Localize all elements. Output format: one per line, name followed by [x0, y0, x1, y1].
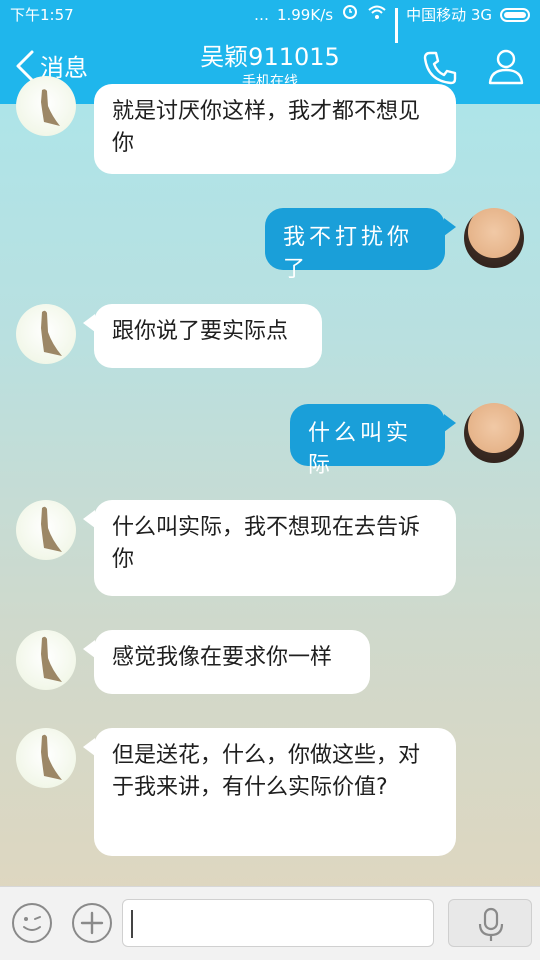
plus-icon — [80, 911, 104, 935]
input-bar — [0, 886, 540, 960]
alarm-icon — [341, 0, 359, 30]
status-bar: 下午1:57 … 1.99K/s 中国移动 3G — [0, 0, 540, 43]
message-bubble[interactable]: 什么叫实际，我不想现在去告诉你 — [94, 500, 456, 596]
message-bubble[interactable]: 跟你说了要实际点 — [94, 304, 322, 368]
mermaid-avatar-image — [41, 310, 62, 356]
mermaid-avatar-image — [41, 636, 62, 682]
message-bubble[interactable]: 感觉我像在要求你一样 — [94, 630, 370, 694]
avatar[interactable] — [16, 728, 76, 788]
bubble-tail — [444, 218, 456, 236]
message-bubble[interactable]: 我不打扰你了 — [265, 208, 445, 282]
status-dots: … — [253, 6, 269, 24]
contact-icon[interactable] — [486, 46, 526, 86]
mermaid-avatar-image — [41, 506, 62, 552]
signal-icon — [395, 8, 399, 43]
microphone-icon — [478, 907, 504, 941]
wifi-icon — [367, 0, 387, 30]
mermaid-avatar-image — [41, 734, 62, 780]
phone-icon[interactable] — [420, 48, 460, 88]
message-text: 感觉我像在要求你一样 — [112, 645, 333, 670]
status-indicators: … 1.99K/s 中国移动 3G — [253, 0, 530, 43]
message-text: 什么叫实际，我不想现在去告诉你 — [112, 515, 421, 572]
avatar[interactable] — [16, 304, 76, 364]
text-cursor — [131, 910, 133, 938]
message-text: 我不打扰你了 — [283, 225, 414, 282]
carrier-label: 中国移动 3G — [406, 6, 492, 24]
emoji-icon — [23, 916, 41, 931]
network-speed: 1.99K/s — [276, 6, 334, 24]
message-text: 但是送花，什么，你做这些，对于我来讲，有什么实际价值? — [112, 743, 421, 800]
mermaid-avatar-image — [41, 89, 60, 126]
message-text: 什么叫实际 — [308, 421, 413, 478]
avatar[interactable] — [16, 630, 76, 690]
avatar[interactable] — [16, 500, 76, 560]
status-time: 下午1:57 — [10, 6, 74, 24]
battery-icon — [500, 8, 530, 22]
message-bubble[interactable]: 什么叫实际 — [290, 404, 445, 478]
message-bubble[interactable]: 就是讨厌你这样，我才都不想见你 — [94, 84, 456, 174]
avatar[interactable] — [16, 76, 76, 136]
emoji-button[interactable] — [12, 903, 52, 943]
plus-button[interactable] — [72, 903, 112, 943]
message-bubble[interactable]: 但是送花，什么，你做这些，对于我来讲，有什么实际价值? — [94, 728, 456, 856]
message-text: 就是讨厌你这样，我才都不想见你 — [112, 99, 421, 156]
bubble-tail — [444, 414, 456, 432]
message-input[interactable] — [122, 899, 434, 947]
avatar[interactable] — [464, 403, 524, 463]
voice-button[interactable] — [448, 899, 532, 947]
message-text: 跟你说了要实际点 — [112, 319, 289, 344]
avatar[interactable] — [464, 208, 524, 268]
